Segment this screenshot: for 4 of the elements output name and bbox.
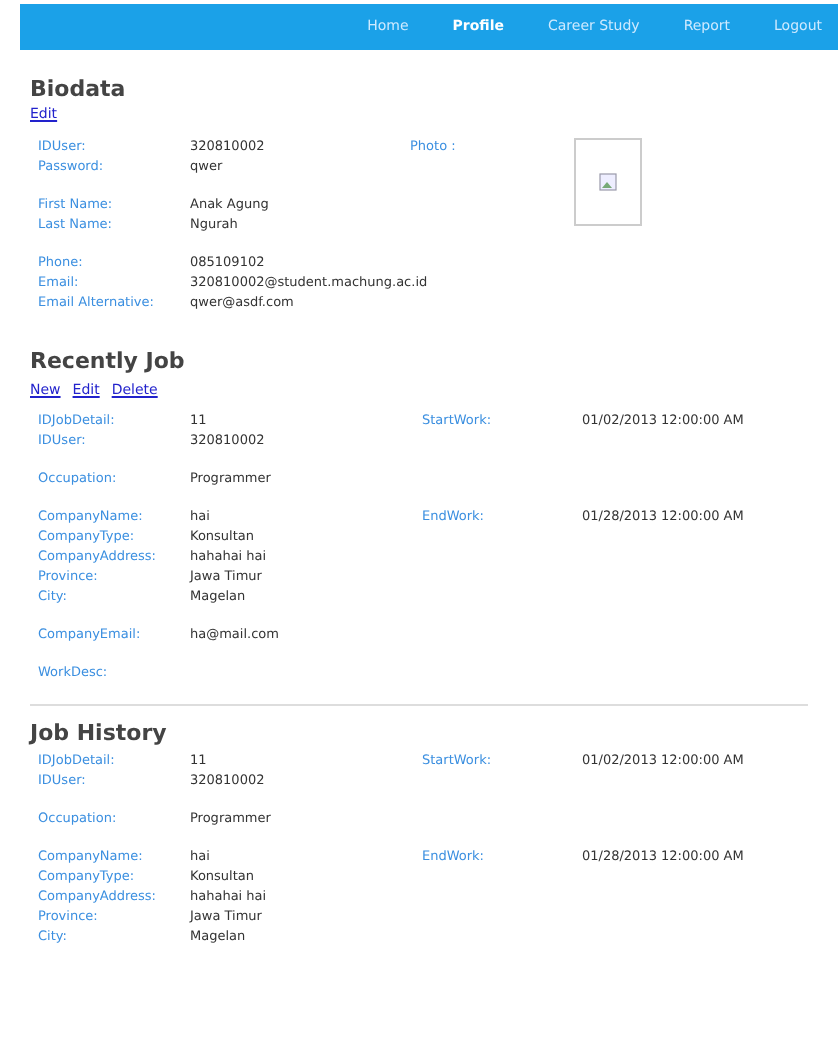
broken-image-icon	[574, 137, 642, 225]
section-title: Biodata	[30, 78, 128, 100]
section-title: Recently Job	[30, 349, 187, 371]
section-title: Job History	[30, 722, 169, 744]
